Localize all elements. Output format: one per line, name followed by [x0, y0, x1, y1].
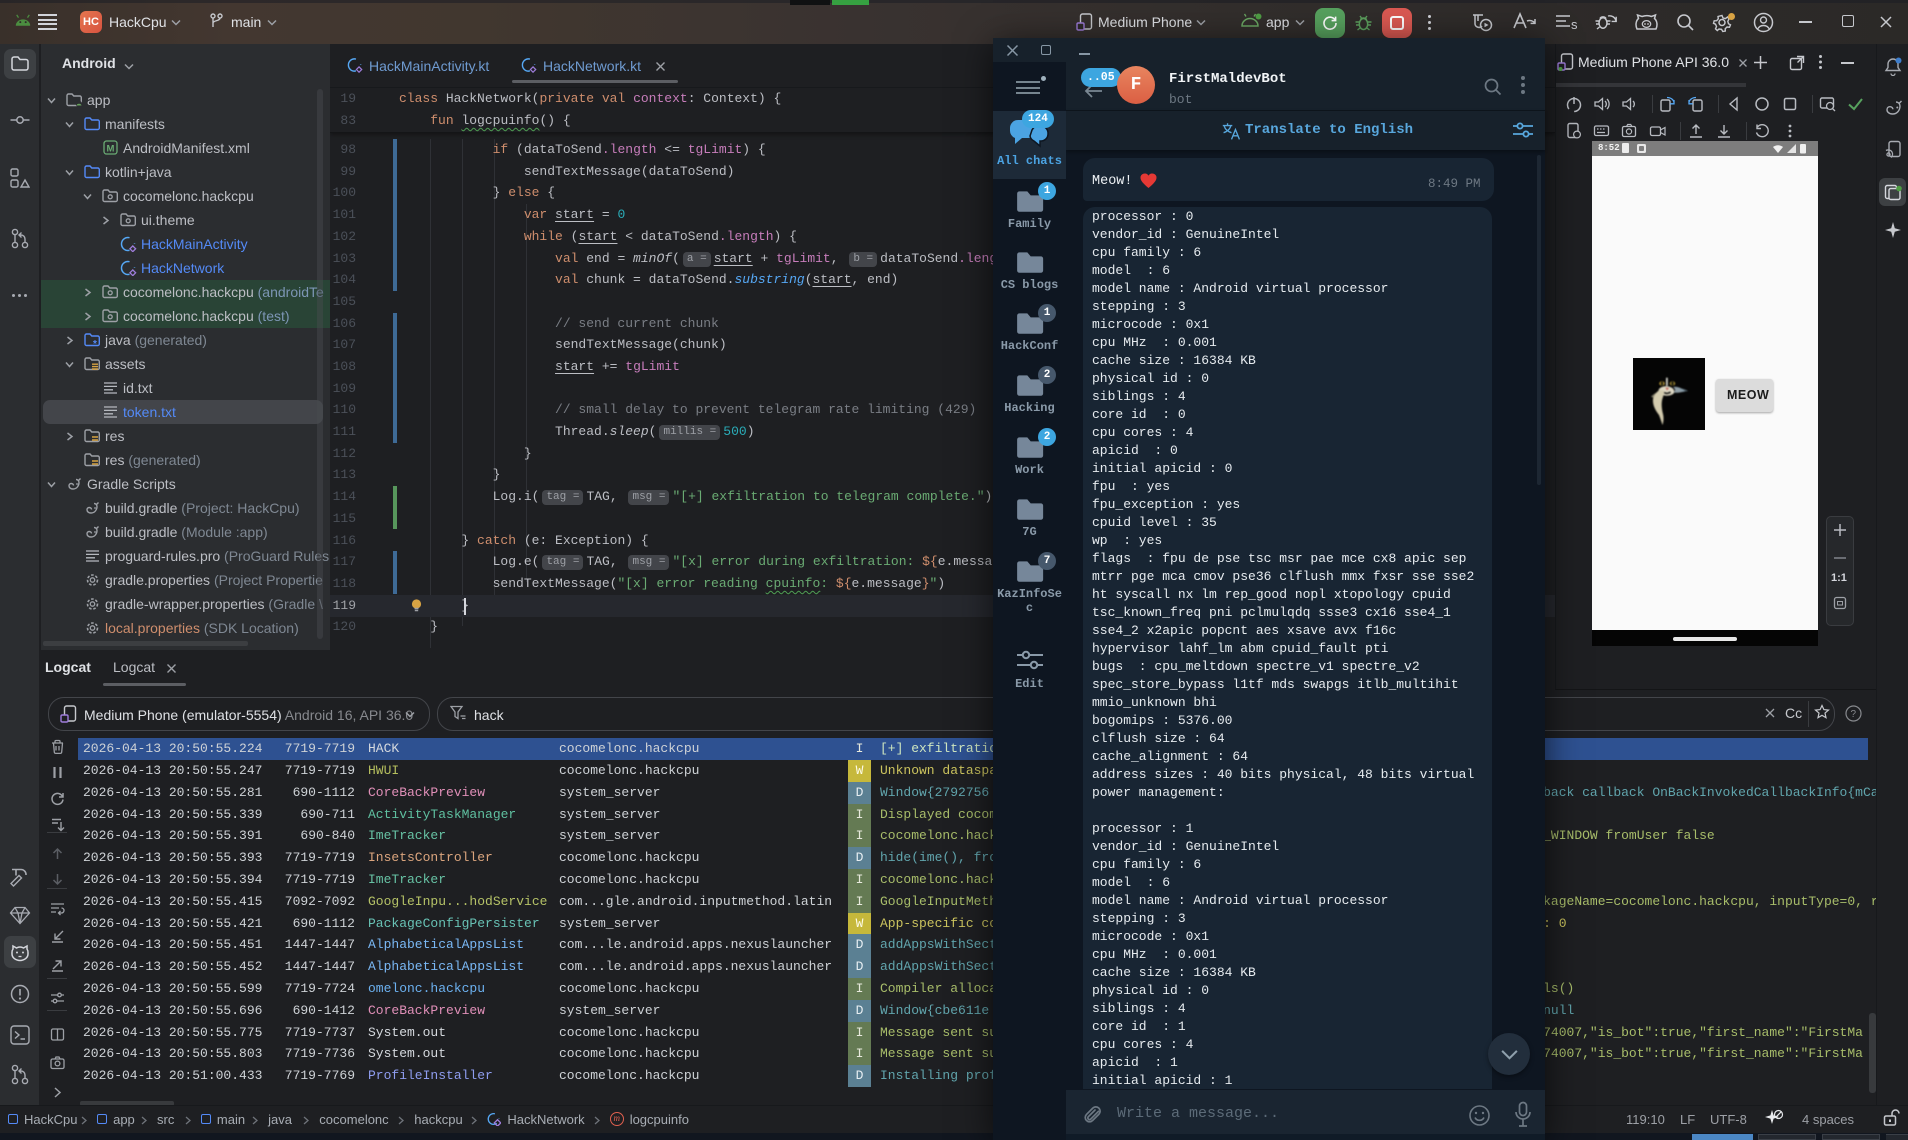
- svg-text:?: ?: [1851, 709, 1857, 720]
- svg-text:s: s: [1571, 17, 1578, 31]
- svg-text:M: M: [107, 144, 115, 155]
- svg-text:*: *: [93, 339, 97, 348]
